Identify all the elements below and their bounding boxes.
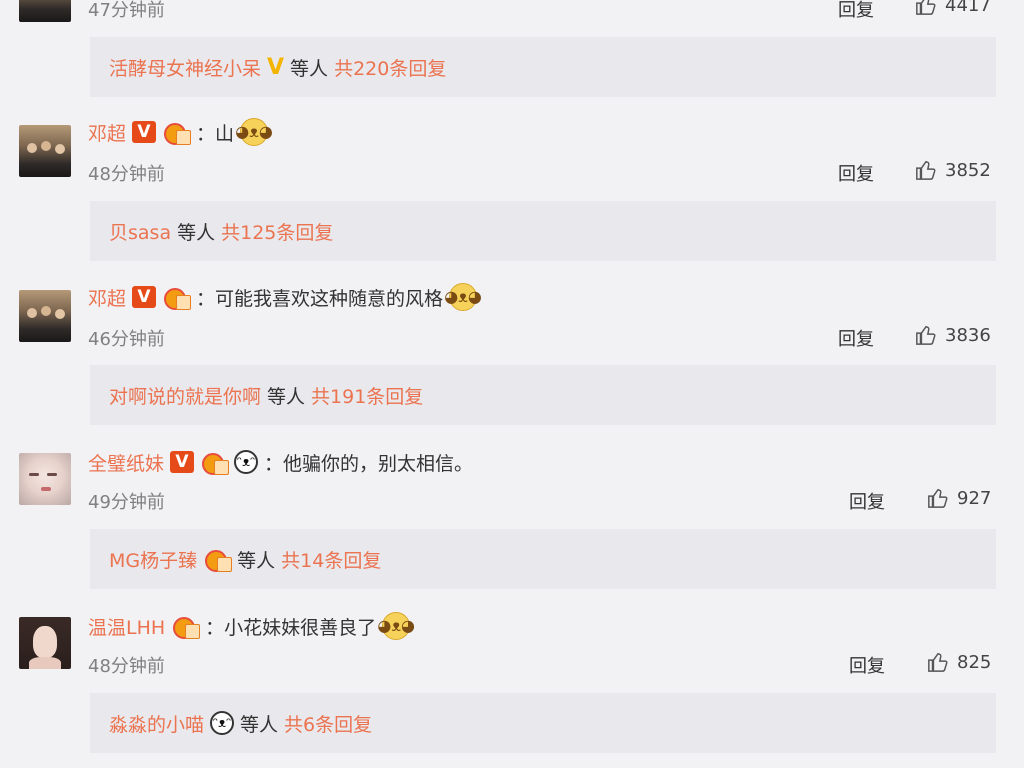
reply-users[interactable]: 对啊说的就是你啊 (109, 382, 261, 409)
comment-text: ：山 (196, 122, 235, 145)
reply-count[interactable]: 共14条回复 (281, 546, 381, 573)
like-count: 3836 (945, 324, 991, 346)
comment-text: ：他骗你的，别太相信。 (264, 452, 474, 475)
comment-text: ：可能我喜欢这种随意的风格 (196, 287, 444, 310)
username[interactable]: 温温LHH (88, 613, 165, 640)
like-button[interactable]: 3852 (915, 159, 991, 181)
reply-count[interactable]: 共6条回复 (284, 710, 372, 737)
panda-emoji-icon: ᵔᴥᵔ (210, 711, 235, 735)
reply-summary[interactable]: 对啊说的就是你啊 等人 共191条回复 (90, 365, 996, 425)
like-count: 927 (957, 487, 992, 509)
thumbs-up-icon (916, 325, 936, 345)
comment-header: 温温LHH ：小花妹妹很善良了 ◕ᴥ◕ (88, 611, 415, 641)
comment-time: 46分钟前 (88, 329, 165, 350)
reply-button[interactable]: 回复 (838, 325, 874, 351)
reply-etc: 等人 (177, 221, 216, 244)
reply-users[interactable]: 活酵母女神经小呆 (109, 54, 261, 81)
like-count: 825 (957, 651, 992, 673)
comment-time: 48分钟前 (88, 164, 165, 185)
reply-button[interactable]: 回复 (849, 488, 885, 514)
comment-time: 49分钟前 (88, 492, 165, 513)
reply-summary[interactable]: MG杨子臻 等人 共14条回复 (90, 529, 996, 589)
reply-count[interactable]: 共220条回复 (334, 54, 446, 81)
reply-count[interactable]: 共125条回复 (221, 218, 333, 245)
thumbs-up-icon (928, 488, 948, 508)
avatar[interactable] (19, 617, 71, 669)
like-button[interactable]: 825 (927, 651, 991, 673)
reply-summary[interactable]: 活酵母女神经小呆 V 等人 共220条回复 (90, 37, 996, 97)
thumbs-up-icon (928, 652, 948, 672)
fan-medal-icon (171, 614, 201, 639)
verified-icon: V (132, 121, 157, 143)
avatar[interactable] (19, 290, 71, 342)
cat-face-emoji-icon: ◕ᴥ◕ (235, 118, 273, 146)
verified-icon: V (170, 451, 195, 473)
like-button[interactable]: 4417 (915, 0, 991, 16)
username[interactable]: 邓超 (88, 119, 126, 146)
cat-face-emoji-icon: ◕ᴥ◕ (377, 612, 415, 640)
comment-text: ：小花妹妹很善良了 (205, 616, 377, 639)
reply-summary[interactable]: 淼淼的小喵 ᵔᴥᵔ 等人 共6条回复 (90, 693, 996, 753)
reply-etc: 等人 (290, 57, 329, 80)
username[interactable]: 全璧纸妹 (88, 449, 164, 476)
reply-etc: 等人 (240, 713, 279, 736)
comment-header: 全璧纸妹 V ᵔᴥᵔ ：他骗你的，别太相信。 (88, 447, 473, 477)
avatar[interactable] (19, 453, 71, 505)
comment-time: 47分钟前 (88, 0, 165, 21)
username[interactable]: 邓超 (88, 284, 126, 311)
like-count: 3852 (945, 159, 991, 181)
verified-gold-icon: V (267, 54, 285, 80)
fan-medal-icon (162, 120, 192, 145)
cat-face-emoji-icon: ◕ᴥ◕ (444, 283, 482, 311)
avatar[interactable] (19, 125, 71, 177)
reply-button[interactable]: 回复 (838, 160, 874, 186)
fan-medal-icon (203, 547, 233, 572)
reply-users[interactable]: 贝sasa (109, 218, 171, 245)
reply-users[interactable]: MG杨子臻 (109, 546, 197, 573)
thumbs-up-icon (916, 160, 936, 180)
fan-medal-icon (200, 450, 230, 475)
reply-button[interactable]: 回复 (838, 0, 874, 22)
comment-time: 48分钟前 (88, 656, 165, 677)
comment-header: 邓超 V ：山 ◕ᴥ◕ (88, 117, 273, 147)
comment-header: 邓超 V ：可能我喜欢这种随意的风格 ◕ᴥ◕ (88, 282, 482, 312)
reply-users[interactable]: 淼淼的小喵 (109, 710, 204, 737)
reply-etc: 等人 (237, 549, 276, 572)
reply-etc: 等人 (267, 385, 306, 408)
verified-icon: V (132, 286, 157, 308)
like-button[interactable]: 927 (927, 487, 991, 509)
like-button[interactable]: 3836 (915, 324, 991, 346)
reply-button[interactable]: 回复 (849, 652, 885, 678)
thumbs-up-icon (916, 0, 936, 15)
reply-count[interactable]: 共191条回复 (311, 382, 423, 409)
avatar[interactable] (19, 0, 71, 22)
reply-summary[interactable]: 贝sasa 等人 共125条回复 (90, 201, 996, 261)
like-count: 4417 (945, 0, 991, 16)
panda-emoji-icon: ᵔᴥᵔ (234, 450, 259, 474)
fan-medal-icon (162, 285, 192, 310)
